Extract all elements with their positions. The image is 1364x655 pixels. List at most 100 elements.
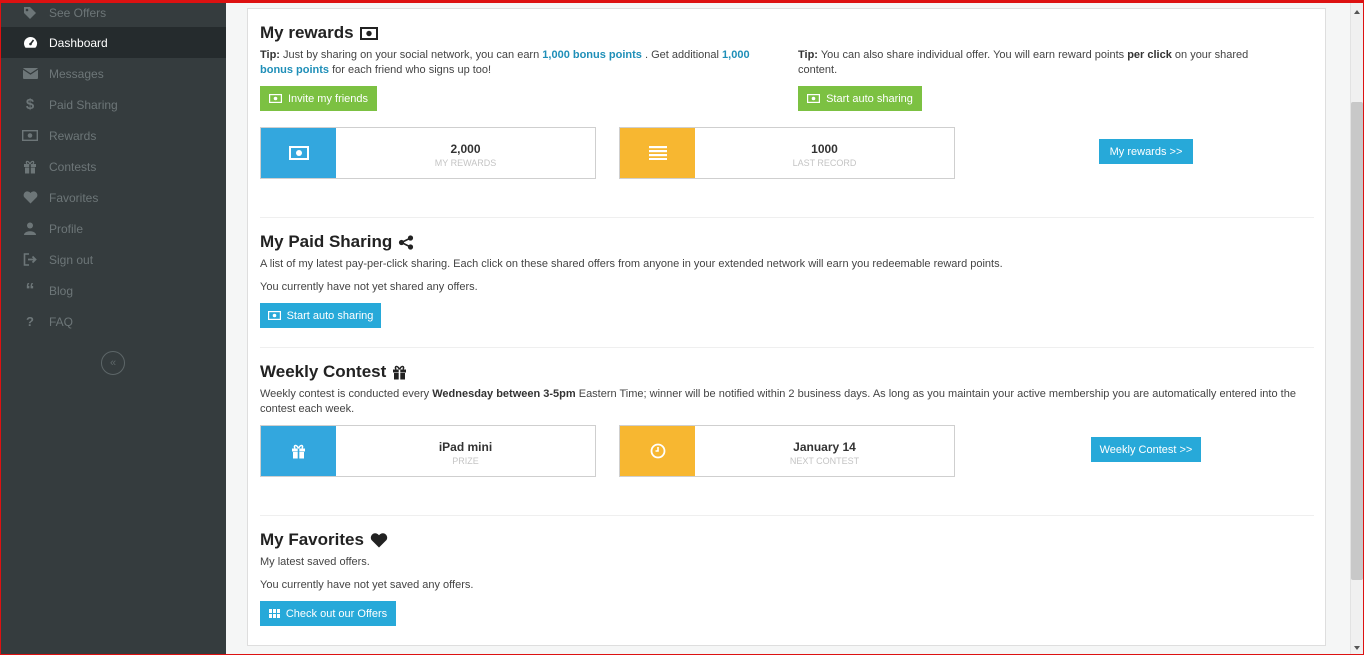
sidebar-collapse-button[interactable]: « (101, 351, 125, 375)
button-label: My rewards >> (1109, 145, 1183, 158)
sidebar-item-see-offers[interactable]: See Offers (0, 0, 226, 28)
invite-friends-button[interactable]: Invite my friends (260, 86, 377, 111)
question-icon: ? (26, 314, 34, 329)
sidebar-item-sign-out[interactable]: Sign out (0, 244, 226, 275)
paid-sharing-heading: My Paid Sharing (260, 232, 414, 252)
sidebar-item-label: Sign out (49, 252, 94, 267)
rewards-heading: My rewards (260, 23, 378, 43)
sidebar-item-label: Paid Sharing (49, 97, 118, 112)
sidebar-item-faq[interactable]: ? FAQ (0, 306, 226, 337)
favorites-empty-message: You currently have not yet saved any off… (260, 579, 474, 591)
sidebar-item-contests[interactable]: Contests (0, 151, 226, 182)
tip-per-click: per click (1127, 49, 1172, 61)
signout-icon (22, 252, 38, 268)
user-icon (22, 221, 38, 237)
sidebar-item-label: Rewards (49, 128, 97, 143)
tip-bonus-amount: 1,000 (722, 49, 750, 61)
contest-title: Weekly Contest (260, 362, 387, 381)
stat-value: January 14 (793, 440, 856, 454)
stat-label: PRIZE (452, 456, 479, 466)
sidebar-item-label: FAQ (49, 314, 74, 329)
money-icon (267, 311, 281, 320)
tip-text: on your shared (1171, 49, 1249, 61)
paid-sharing-description: A list of my latest pay-per-click sharin… (260, 258, 1003, 270)
paid-sharing-empty-message: You currently have not yet shared any of… (260, 281, 478, 293)
list-icon (620, 128, 695, 178)
tip-bonus-label: bonus points (260, 64, 330, 76)
sidebar-item-rewards[interactable]: Rewards (0, 120, 226, 151)
money-icon (261, 128, 336, 178)
stat-label: LAST RECORD (792, 158, 857, 168)
button-label: Weekly Contest >> (1099, 443, 1193, 456)
stat-label: MY REWARDS (434, 158, 497, 168)
weekly-contest-link-button[interactable]: Weekly Contest >> (1091, 437, 1201, 462)
share-icon (398, 234, 414, 250)
sidebar-item-label: Messages (49, 66, 104, 81)
sidebar-item-messages[interactable]: Messages (0, 58, 226, 89)
check-out-offers-button[interactable]: Check out our Offers (260, 601, 396, 626)
tip-text: Just by sharing on your social network, … (279, 49, 543, 61)
start-auto-sharing-button[interactable]: Start auto sharing (260, 303, 381, 328)
sidebar-item-label: Favorites (49, 190, 99, 205)
stat-label: NEXT CONTEST (789, 456, 860, 466)
contest-text: Eastern Time; winner will be notified wi… (575, 388, 1296, 400)
scrollbar-thumb[interactable] (1351, 102, 1363, 580)
tag-icon (22, 5, 38, 21)
section-divider (260, 515, 1314, 516)
sidebar-item-label: Blog (49, 283, 74, 298)
money-icon (359, 26, 378, 40)
tip-bonus-points: 1,000 bonus points (542, 49, 642, 61)
contest-text: Weekly contest is conducted every (260, 388, 433, 400)
button-label: Start auto sharing (826, 92, 913, 105)
favorites-title: My Favorites (260, 530, 364, 549)
paid-sharing-title: My Paid Sharing (260, 232, 393, 251)
tip-text: for each friend who signs up too! (329, 64, 492, 76)
scroll-down-arrow-icon[interactable] (1352, 640, 1362, 650)
contest-heading: Weekly Contest (260, 362, 407, 382)
contest-text: contest each week. (260, 403, 355, 415)
next-contest-stat: January 14 NEXT CONTEST (619, 425, 955, 477)
rewards-tip-per-click: Tip: You can also share individual offer… (798, 48, 1308, 78)
gift-icon (392, 365, 407, 380)
money-icon (807, 94, 821, 103)
stat-value: iPad mini (438, 440, 493, 454)
last-record-stat: 1000 LAST RECORD (619, 127, 955, 179)
tip-prefix: Tip: (798, 49, 818, 61)
my-rewards-stat: 2,000 MY REWARDS (260, 127, 596, 179)
button-label: Check out our Offers (285, 607, 388, 620)
stat-value: 1000 (811, 142, 838, 156)
favorites-description: My latest saved offers. (260, 556, 370, 568)
sidebar-item-favorites[interactable]: Favorites (0, 182, 226, 213)
tip-text: You can also share individual offer. You… (817, 49, 1128, 61)
my-rewards-link-button[interactable]: My rewards >> (1099, 139, 1193, 164)
scroll-up-arrow-icon[interactable] (1352, 4, 1362, 14)
quote-icon: “ (25, 280, 35, 300)
sidebar-item-label: Profile (49, 221, 84, 236)
section-divider (260, 347, 1314, 348)
prize-stat: iPad mini PRIZE (260, 425, 596, 477)
chevron-left-icon: « (109, 357, 117, 369)
dashboard-icon (22, 35, 38, 51)
grid-icon (268, 609, 280, 618)
clock-icon (620, 426, 695, 476)
tip-text: . Get additional (641, 49, 723, 61)
section-divider (260, 217, 1314, 218)
money-icon (268, 94, 282, 103)
tip-text: content. (798, 64, 838, 76)
heart-icon (370, 532, 388, 548)
sidebar-item-label: See Offers (49, 5, 107, 20)
button-label: Start auto sharing (286, 309, 374, 322)
sidebar-item-profile[interactable]: Profile (0, 213, 226, 244)
stat-value: 2,000 (450, 142, 481, 156)
envelope-icon (22, 66, 38, 82)
favorites-heading: My Favorites (260, 530, 388, 550)
dollar-icon: $ (25, 96, 35, 113)
sidebar: See Offers Dashboard Messages $ Paid Sha… (0, 0, 226, 655)
sidebar-item-blog[interactable]: “ Blog (0, 275, 226, 306)
gift-icon (22, 159, 38, 175)
sidebar-item-dashboard[interactable]: Dashboard (0, 27, 226, 58)
gift-icon (261, 426, 336, 476)
rewards-tip-friends: Tip: Just by sharing on your social netw… (260, 48, 770, 78)
start-auto-sharing-button[interactable]: Start auto sharing (798, 86, 922, 111)
sidebar-item-paid-sharing[interactable]: $ Paid Sharing (0, 89, 226, 120)
